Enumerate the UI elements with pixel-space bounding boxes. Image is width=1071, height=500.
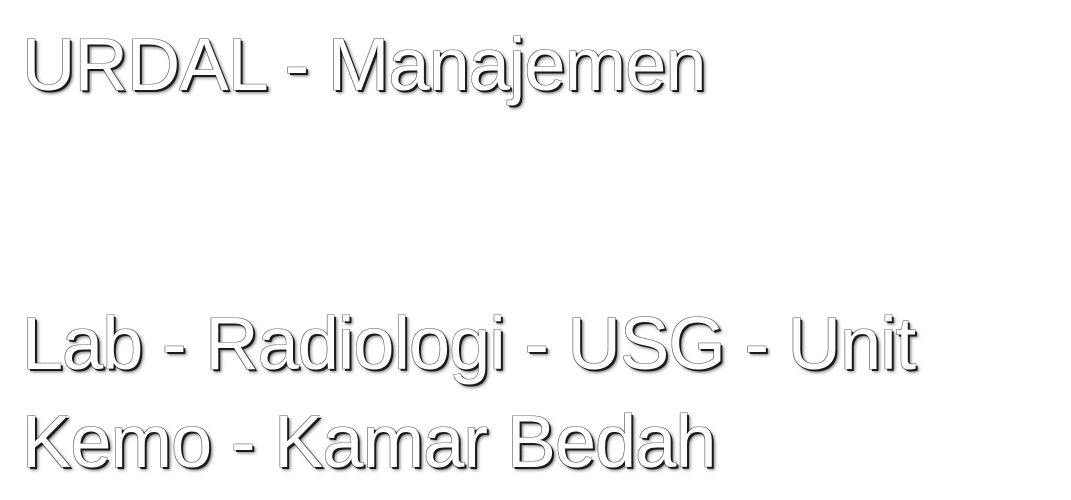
slide-body-line-1: Lab - Radiologi - USG - Unit — [22, 302, 916, 385]
slide-title: URDAL - Manajemen — [22, 23, 707, 106]
slide-body-line-2: Kemo - Kamar Bedah — [22, 400, 717, 483]
